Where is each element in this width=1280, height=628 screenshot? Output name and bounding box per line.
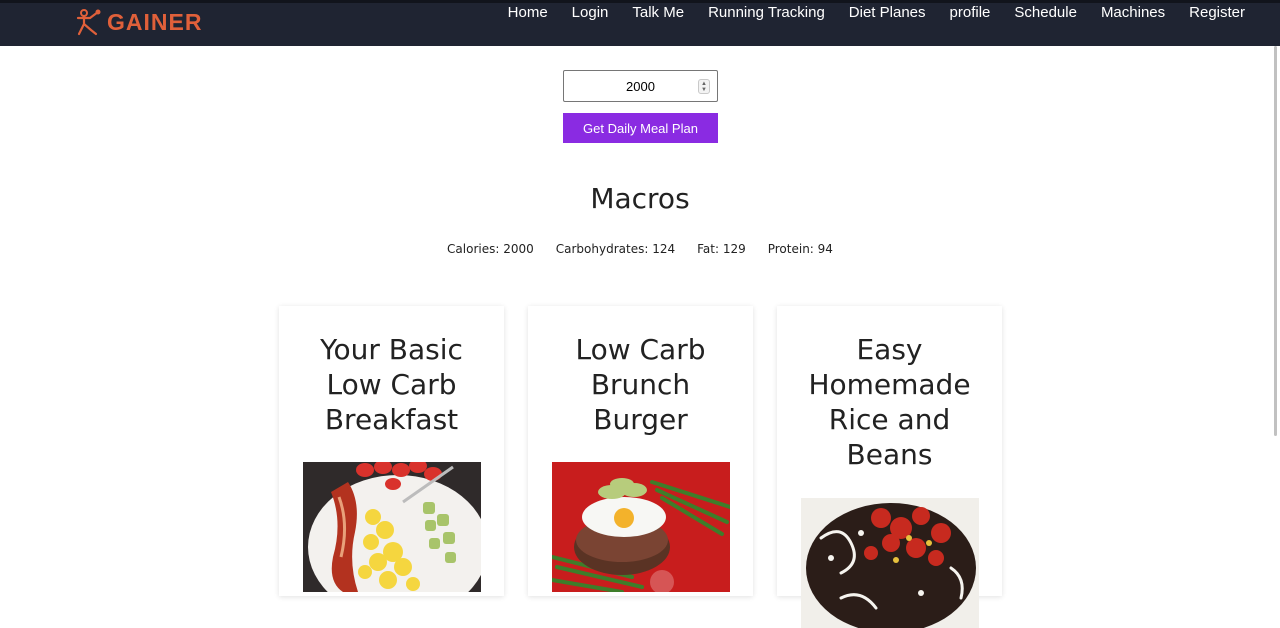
- nav-schedule[interactable]: Schedule: [1002, 3, 1089, 25]
- page-scrollbar[interactable]: [1270, 46, 1280, 572]
- nav-talk-me[interactable]: Talk Me: [620, 3, 696, 25]
- nav-diet-planes[interactable]: Diet Planes: [837, 3, 938, 25]
- nav-profile[interactable]: profile: [938, 3, 1003, 25]
- calories-input[interactable]: 2000 ▲ ▼: [563, 70, 718, 102]
- brand-logo[interactable]: GAINER: [76, 7, 202, 37]
- scrollbar-thumb[interactable]: [1274, 46, 1277, 436]
- meal-image: [801, 498, 979, 628]
- nav-home[interactable]: Home: [496, 3, 560, 25]
- top-navbar: GAINER Home Login Talk Me Running Tracki…: [0, 0, 1280, 46]
- get-meal-plan-button[interactable]: Get Daily Meal Plan: [563, 113, 718, 143]
- meal-image: [552, 462, 730, 592]
- macro-protein: Protein: 94: [767, 242, 833, 256]
- meal-card[interactable]: Low Carb Brunch Burger: [528, 306, 753, 596]
- calories-input-value: 2000: [626, 78, 655, 94]
- nav-machines[interactable]: Machines: [1089, 3, 1177, 25]
- nav-login[interactable]: Login: [560, 3, 621, 25]
- macro-carbohydrates: Carbohydrates: 124: [555, 242, 676, 256]
- macro-calories: Calories: 2000: [447, 242, 534, 256]
- meal-title: Low Carb Brunch Burger: [575, 333, 706, 436]
- nav-running-tracking[interactable]: Running Tracking: [696, 3, 837, 25]
- meal-card[interactable]: Your Basic Low Carb Breakfast: [279, 306, 504, 596]
- meal-title: Your Basic Low Carb Breakfast: [320, 333, 463, 436]
- nav-register[interactable]: Register: [1177, 3, 1257, 25]
- brand-name: GAINER: [107, 8, 203, 35]
- spin-down-icon[interactable]: ▼: [701, 87, 707, 93]
- meal-title: Easy Homemade Rice and Beans: [808, 333, 971, 471]
- main-nav: Home Login Talk Me Running Tracking Diet…: [496, 3, 1257, 25]
- meal-image: [303, 462, 481, 592]
- macros-title: Macros: [590, 182, 690, 215]
- number-spinner[interactable]: ▲ ▼: [698, 79, 710, 94]
- meal-card[interactable]: Easy Homemade Rice and Beans: [777, 306, 1002, 628]
- macros-summary: Calories: 2000 Carbohydrates: 124 Fat: 1…: [0, 242, 1280, 256]
- macro-fat: Fat: 129: [697, 242, 746, 256]
- meal-plan-form: 2000 ▲ ▼ Get Daily Meal Plan: [563, 70, 718, 143]
- weightlifter-icon: [76, 9, 101, 36]
